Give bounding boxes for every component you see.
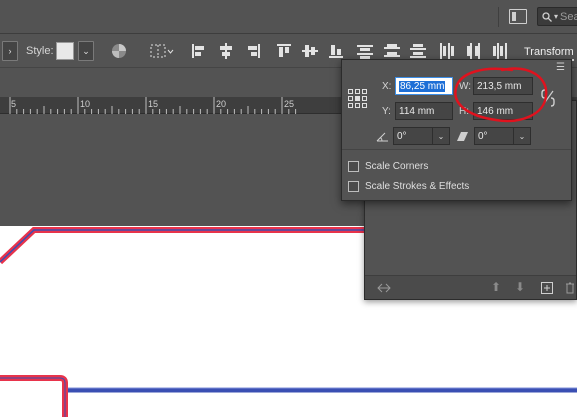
- panel-menu-icon[interactable]: ☰: [556, 62, 565, 73]
- distribute-vertical-centers-icon[interactable]: [384, 41, 400, 61]
- distribute-right-icon[interactable]: [492, 41, 508, 61]
- distribute-top-icon[interactable]: [357, 41, 373, 61]
- separator: [498, 7, 499, 27]
- color-wheel-icon[interactable]: [111, 41, 127, 61]
- scale-strokes-label: Scale Strokes & Effects: [365, 181, 470, 192]
- panels-icon[interactable]: [509, 9, 527, 24]
- trash-icon[interactable]: [565, 282, 575, 294]
- divider: [342, 149, 571, 150]
- h-label: H:: [459, 106, 469, 117]
- ruler-label: 20: [216, 99, 227, 109]
- search-field[interactable]: ▾ Sea: [537, 7, 577, 26]
- scale-corners-label: Scale Corners: [365, 161, 429, 172]
- align-right-edges-icon[interactable]: [245, 41, 261, 61]
- scale-corners-option[interactable]: Scale Corners: [348, 161, 428, 172]
- distribute-horizontal-centers-icon[interactable]: [466, 41, 482, 61]
- y-position-field[interactable]: 114 mm: [395, 102, 453, 120]
- ruler-label: 25: [284, 99, 295, 109]
- new-layer-icon[interactable]: [541, 282, 553, 294]
- link-layers-icon[interactable]: [377, 282, 391, 294]
- x-position-field[interactable]: 86,25 mm: [395, 77, 453, 95]
- distribute-grid-icon[interactable]: [150, 41, 174, 61]
- search-dropdown-icon: ▾: [554, 12, 559, 21]
- rotation-angle-icon: [376, 132, 388, 142]
- panel-footer: ⬆ ⬇: [365, 275, 576, 299]
- chevron-down-icon[interactable]: ⌄: [513, 127, 531, 145]
- move-down-icon[interactable]: ⬇: [515, 280, 525, 294]
- x-position-value: 86,25 mm: [399, 80, 446, 92]
- constrain-proportions-icon[interactable]: [541, 89, 555, 107]
- reference-point-icon[interactable]: [348, 89, 368, 109]
- ruler-label: 10: [80, 99, 91, 109]
- application-bar: ▾ Sea: [0, 0, 577, 34]
- align-left-edges-icon[interactable]: [191, 41, 207, 61]
- move-up-icon[interactable]: ⬆: [491, 280, 501, 294]
- x-label: X:: [382, 81, 392, 92]
- align-bottom-edges-icon[interactable]: [328, 41, 344, 61]
- shear-field[interactable]: 0°: [474, 127, 514, 145]
- distribute-left-icon[interactable]: [439, 41, 455, 61]
- height-field[interactable]: 146 mm: [473, 102, 533, 120]
- scale-strokes-option[interactable]: Scale Strokes & Effects: [348, 181, 469, 192]
- ruler-label: 15: [148, 99, 159, 109]
- ruler-label: 5: [11, 99, 17, 109]
- align-vertical-centers-icon[interactable]: [302, 41, 318, 61]
- style-swatch[interactable]: [56, 41, 74, 61]
- style-label: Style:: [26, 45, 54, 57]
- chevron-down-icon[interactable]: ⌄: [432, 127, 450, 145]
- transform-panel: ☰ X: 86,25 mm Y: 114 mm W: 213,5 mm H: 1…: [341, 59, 572, 201]
- search-icon: [542, 11, 552, 22]
- shear-angle-icon: [457, 132, 468, 141]
- scale-strokes-checkbox[interactable]: [348, 181, 359, 192]
- rotation-field[interactable]: 0°: [393, 127, 433, 145]
- chevron-right-icon[interactable]: ›: [2, 41, 18, 61]
- align-horizontal-centers-icon[interactable]: [218, 41, 234, 61]
- scale-corners-checkbox[interactable]: [348, 161, 359, 172]
- chevron-down-icon[interactable]: ⌄: [78, 41, 94, 61]
- w-label: W:: [459, 81, 472, 92]
- width-field[interactable]: 213,5 mm: [473, 77, 533, 95]
- search-placeholder: Sea: [560, 10, 577, 23]
- align-top-edges-icon[interactable]: [276, 41, 292, 61]
- distribute-bottom-icon[interactable]: [410, 41, 426, 61]
- y-label: Y:: [382, 106, 391, 117]
